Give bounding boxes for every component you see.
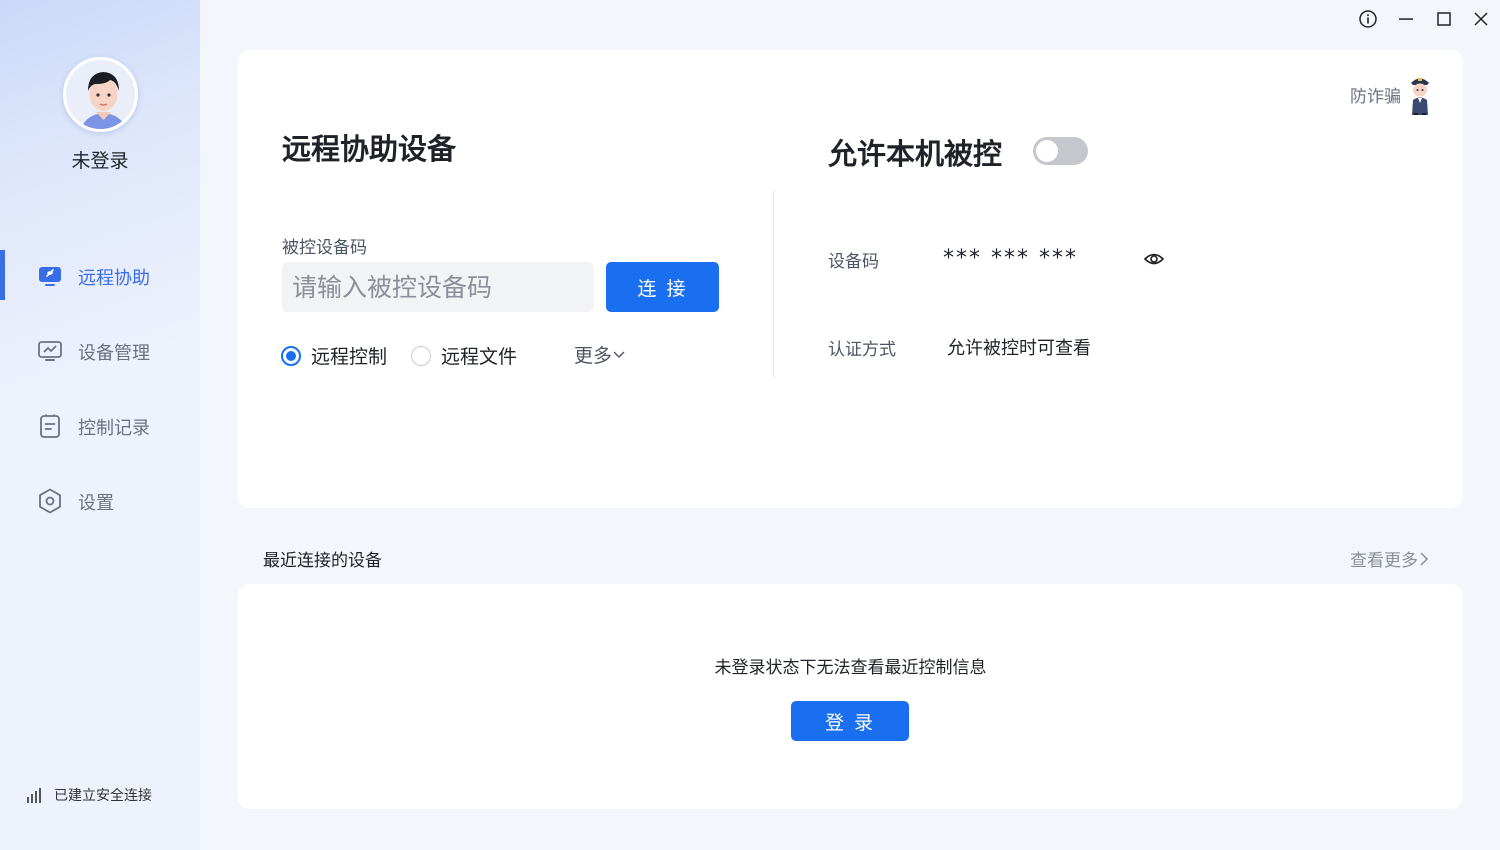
radio-checked-icon [281, 345, 301, 366]
signal-icon [27, 788, 41, 803]
mode-label: 远程文件 [441, 346, 518, 368]
login-button[interactable]: 登 录 [791, 701, 909, 741]
my-device-code-value: *** *** *** [943, 246, 1078, 271]
auth-method-label: 认证方式 [828, 340, 896, 360]
maximize-icon [1437, 12, 1451, 26]
connection-status: 已建立安全连接 [26, 785, 152, 805]
toggle-knob [1036, 140, 1058, 162]
view-more-link[interactable]: 查看更多 [1350, 546, 1430, 571]
view-more-label: 查看更多 [1350, 551, 1418, 571]
minimize-icon [1399, 18, 1413, 20]
sidebar-item-label: 远程协助 [78, 268, 150, 289]
chevron-right-icon [1420, 551, 1429, 566]
sidebar-item-label: 设备管理 [78, 343, 150, 364]
sidebar-item-settings[interactable]: 设置 [0, 475, 200, 525]
more-dropdown[interactable]: 更多 [574, 341, 626, 368]
connection-status-text: 已建立安全连接 [54, 788, 152, 804]
divider [773, 190, 774, 378]
mode-remote-control[interactable]: 远程控制 [281, 342, 387, 369]
police-icon [1411, 78, 1429, 115]
sidebar: 未登录 远程协助 设备管理 控制记录 设置 已建立安全连接 [0, 0, 200, 850]
user-avatar-icon [66, 60, 135, 129]
mode-label: 远程控制 [311, 346, 388, 368]
device-manage-icon [37, 338, 63, 364]
allow-control-title: 允许本机被控 [828, 137, 1003, 171]
radio-unchecked-icon [411, 345, 431, 366]
device-code-input[interactable] [282, 262, 594, 312]
info-icon [1359, 10, 1377, 28]
recent-devices-card [238, 584, 1463, 809]
info-button[interactable] [1357, 8, 1379, 30]
control-record-icon [37, 413, 63, 439]
anti-fraud-label: 防诈骗 [1350, 86, 1401, 107]
avatar[interactable] [63, 57, 138, 132]
sidebar-item-remote-assist[interactable]: 远程协助 [0, 250, 200, 300]
sidebar-item-label: 控制记录 [78, 418, 150, 439]
sidebar-item-device-manage[interactable]: 设备管理 [0, 325, 200, 375]
show-code-button[interactable] [1143, 249, 1165, 269]
maximize-button[interactable] [1433, 8, 1455, 30]
my-device-code-label: 设备码 [828, 252, 879, 272]
sidebar-item-control-record[interactable]: 控制记录 [0, 400, 200, 450]
close-icon [1474, 12, 1488, 26]
minimize-button[interactable] [1395, 8, 1417, 30]
anti-fraud-link[interactable]: 防诈骗 [1350, 73, 1433, 115]
remote-assist-title: 远程协助设备 [282, 132, 457, 166]
eye-icon [1143, 253, 1165, 265]
user-name[interactable]: 未登录 [0, 146, 200, 173]
more-label: 更多 [574, 345, 613, 367]
auth-method-value[interactable]: 允许被控时可查看 [947, 334, 1091, 360]
close-button[interactable] [1470, 8, 1492, 30]
mode-remote-file[interactable]: 远程文件 [411, 342, 517, 369]
empty-message: 未登录状态下无法查看最近控制信息 [714, 658, 987, 678]
chevron-down-icon [613, 351, 625, 358]
remote-assist-icon [37, 263, 63, 289]
connect-button[interactable]: 连 接 [606, 262, 719, 312]
allow-control-toggle[interactable] [1033, 137, 1088, 165]
sidebar-item-label: 设置 [78, 493, 114, 514]
device-code-label: 被控设备码 [282, 238, 367, 258]
settings-icon [37, 488, 63, 514]
recent-devices-title: 最近连接的设备 [263, 551, 382, 571]
